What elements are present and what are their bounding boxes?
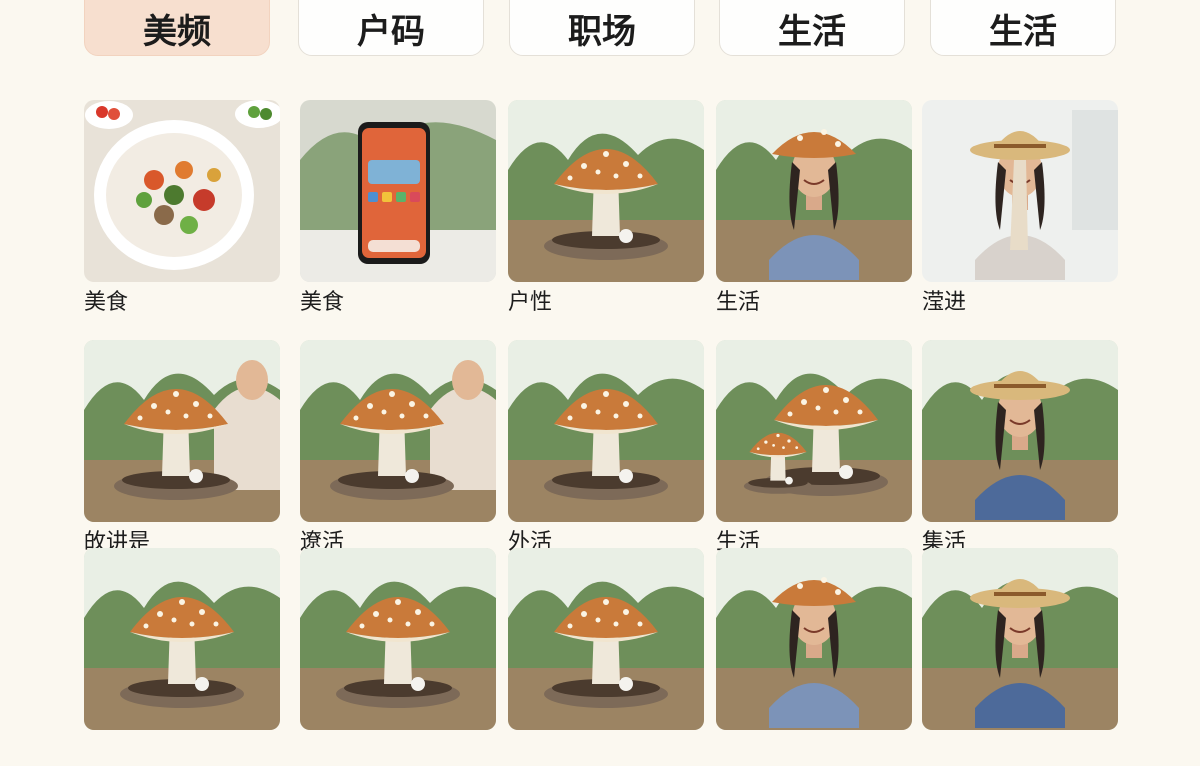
mushroom-image[interactable]	[508, 100, 704, 282]
image-caption: 美食	[84, 290, 129, 315]
image-card[interactable]: 生活	[716, 100, 912, 318]
image-card[interactable]: 生活	[716, 340, 912, 558]
image-caption	[716, 736, 912, 766]
image-card[interactable]	[716, 548, 912, 766]
image-card[interactable]: 户性	[508, 100, 704, 318]
tab-4[interactable]: 生活	[930, 0, 1116, 56]
salad-plate-image[interactable]	[84, 100, 280, 282]
image-card[interactable]: 滢进	[922, 100, 1118, 318]
mushroom-woman-table-image[interactable]	[84, 340, 280, 522]
image-card[interactable]: 美食	[300, 100, 496, 318]
smartphone-image[interactable]	[300, 100, 496, 282]
straw-hat-man-image[interactable]	[922, 340, 1118, 522]
image-card[interactable]: 外活	[508, 340, 704, 558]
category-tabs: 美频 户码 职场 生活 生活	[0, 0, 1200, 60]
tab-1[interactable]: 户码	[298, 0, 484, 56]
image-caption: 滢进	[922, 290, 967, 315]
mushroom-woman-table-image[interactable]	[300, 340, 496, 522]
image-card[interactable]	[300, 548, 496, 766]
image-card[interactable]: 集活	[922, 340, 1118, 558]
image-card[interactable]: 遼活	[300, 340, 496, 558]
image-caption	[922, 736, 1118, 766]
mushroom-image[interactable]	[300, 548, 496, 730]
mushroom-image[interactable]	[508, 548, 704, 730]
image-card[interactable]: 敀讲是	[84, 340, 280, 558]
image-caption: 美食	[300, 290, 345, 315]
two-mushrooms-image[interactable]	[716, 340, 912, 522]
mushroom-image[interactable]	[508, 340, 704, 522]
image-caption	[84, 736, 280, 766]
image-caption: 户性	[508, 290, 553, 315]
image-card[interactable]: 美食	[84, 100, 280, 318]
image-card[interactable]	[508, 548, 704, 766]
image-card[interactable]	[84, 548, 280, 766]
image-card[interactable]	[922, 548, 1118, 766]
tab-3[interactable]: 生活	[719, 0, 905, 56]
image-caption	[508, 736, 704, 766]
tab-0[interactable]: 美频	[84, 0, 270, 56]
mushroom-hat-woman-image[interactable]	[716, 548, 912, 730]
straw-hat-man-image[interactable]	[922, 548, 1118, 730]
mushroom-hat-woman-image[interactable]	[716, 100, 912, 282]
image-caption	[300, 736, 496, 766]
mushroom-image[interactable]	[84, 548, 280, 730]
straw-hat-man-mushroom-nose-image[interactable]	[922, 100, 1118, 282]
tab-2[interactable]: 职场	[509, 0, 695, 56]
image-caption: 生活	[716, 290, 761, 315]
